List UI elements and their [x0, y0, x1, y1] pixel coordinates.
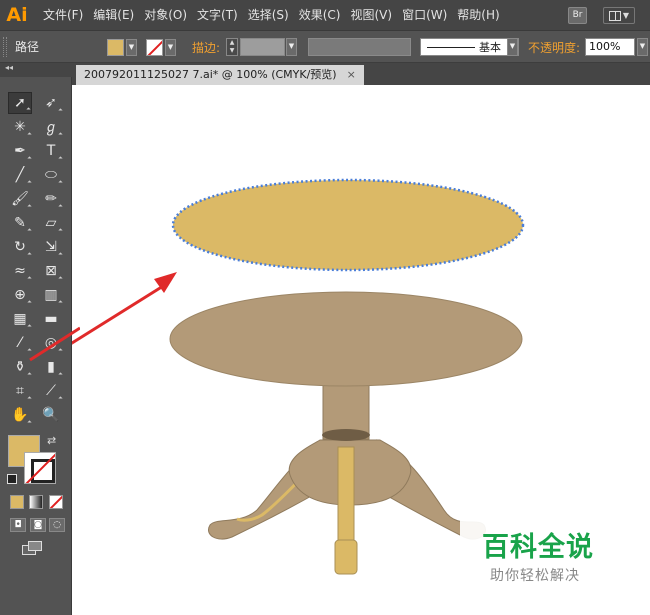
table-front-foot [334, 539, 358, 575]
document-tab-strip: 200792011125027 7.ai* @ 100% (CMYK/预览) × [72, 63, 650, 85]
table-front-leg [337, 446, 355, 543]
variable-width-profile[interactable] [308, 38, 411, 56]
watermark: 百科全说 助你轻松解决 [460, 515, 620, 597]
tabletop-lower [169, 291, 523, 387]
opacity-field[interactable]: 100% [585, 38, 635, 56]
illustrator-window: Ai 文件(F) 编辑(E) 对象(O) 文字(T) 选择(S) 效果(C) 视… [0, 0, 650, 615]
menu-type[interactable]: 文字(T) [192, 0, 243, 31]
chevron-down-icon: ▼ [622, 11, 630, 20]
opacity-label[interactable]: 不透明度: [528, 39, 580, 56]
brush-dropdown[interactable]: ▼ [507, 38, 518, 56]
menu-bar: Ai 文件(F) 编辑(E) 对象(O) 文字(T) 选择(S) 效果(C) 视… [0, 0, 650, 31]
table-column-ring [322, 429, 370, 441]
menu-help[interactable]: 帮助(H) [452, 0, 504, 31]
stroke-color-swatch[interactable] [146, 39, 163, 56]
annotation-arrow-shaft [72, 281, 169, 345]
brush-definition[interactable]: 基本 [420, 38, 519, 56]
menu-select[interactable]: 选择(S) [243, 0, 294, 31]
tabletop-selected [171, 178, 525, 272]
menu-window[interactable]: 窗口(W) [397, 0, 452, 31]
fill-dropdown[interactable]: ▼ [126, 39, 137, 56]
menu-edit[interactable]: 编辑(E) [88, 0, 139, 31]
menu-view[interactable]: 视图(V) [345, 0, 397, 31]
menu-object[interactable]: 对象(O) [139, 0, 192, 31]
brush-name: 基本 [479, 41, 501, 54]
control-bar: 路径 ▼ ▼ 描边: ▲ ▼ ▼ 基本 ▼ 不透明度: 100% ▼ [0, 31, 650, 63]
stroke-weight-field[interactable] [240, 38, 285, 56]
stroke-weight-stepper[interactable]: ▲ ▼ [226, 38, 238, 56]
arrow-overlay [29, 326, 80, 362]
menu-items: 文件(F) 编辑(E) 对象(O) 文字(T) 选择(S) 效果(C) 视图(V… [38, 0, 505, 31]
stroke-weight-dropdown[interactable]: ▼ [286, 38, 297, 56]
brush-stroke-preview [427, 46, 475, 48]
watermark-subtitle: 助你轻松解决 [490, 568, 580, 584]
grid-icon [608, 10, 621, 21]
fill-color-swatch[interactable] [107, 39, 124, 56]
arrange-documents-button[interactable]: ▼ [603, 7, 635, 24]
stroke-label[interactable]: 描边: [192, 39, 220, 56]
close-icon[interactable]: × [347, 65, 356, 85]
annotation-arrow-tail [29, 326, 80, 362]
bridge-button[interactable]: Br [568, 7, 587, 24]
artboard-canvas[interactable]: 百科全说 助你轻松解决 [72, 85, 650, 615]
opacity-dropdown[interactable]: ▼ [637, 38, 648, 56]
stroke-dropdown[interactable]: ▼ [165, 39, 176, 56]
document-tab[interactable]: 200792011125027 7.ai* @ 100% (CMYK/预览) × [76, 65, 364, 85]
watermark-title: 百科全说 [482, 532, 594, 563]
document-title: 200792011125027 7.ai* @ 100% (CMYK/预览) [84, 68, 337, 81]
menu-effect[interactable]: 效果(C) [294, 0, 346, 31]
